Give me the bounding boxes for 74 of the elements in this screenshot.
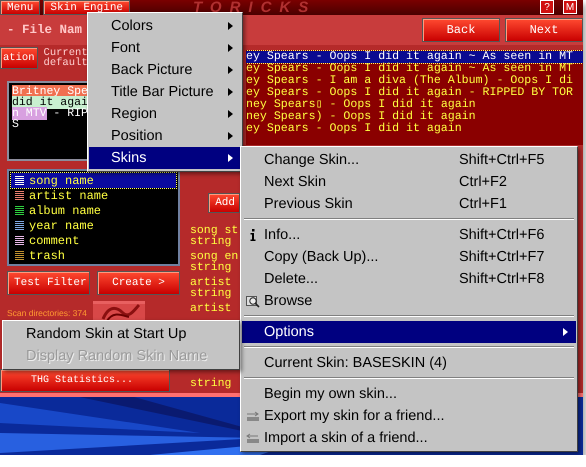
rule-text: string [190,236,232,247]
menu-item[interactable]: Begin my own skin... [242,383,576,405]
menu-item[interactable]: Info... Shift+Ctrl+F6 [242,224,576,246]
menu-item[interactable]: Skins [89,147,241,169]
submenu-arrow-icon [228,132,233,140]
filter-item[interactable]: year name [11,218,176,233]
magnifier-icon [246,294,260,308]
list-lines-icon [15,236,24,246]
menu-bar-button[interactable]: Skin Engine [43,0,130,15]
list-lines-icon [15,220,24,230]
submenu-arrow-icon [228,154,233,162]
menu-item[interactable]: Font [89,37,241,59]
page-title: - File Nam [7,23,82,37]
submenu-arrow-icon [228,88,233,96]
corner-button[interactable]: M [563,0,577,14]
nav-button[interactable]: Back [422,18,500,42]
menu-item[interactable]: Region [89,103,241,125]
list-lines-icon [15,250,24,260]
menu-item[interactable]: Title Bar Picture [89,81,241,103]
list-lines-icon [15,176,24,186]
menu-item[interactable]: Browse [242,290,576,312]
rule-text: artist [190,303,232,314]
menu-item[interactable]: Change Skin... Shift+Ctrl+F5 [242,149,576,171]
arrow-left-icon [246,432,260,444]
nav-button[interactable]: Next [505,18,583,42]
menu-item[interactable]: Options [242,321,576,343]
filter-item[interactable]: comment [11,233,176,248]
rule-text: string [190,378,232,389]
submenu-arrow-icon [228,22,233,30]
file-row[interactable]: ney Spears▯ - Oops I did it again [246,99,583,111]
file-row[interactable]: ey Spears - Oops I did it again - RIPPED BY TOR [246,87,583,99]
filter-button[interactable]: Create > [97,271,180,295]
menu-bar-button[interactable]: Menu [0,0,40,15]
list-lines-icon [15,206,24,216]
menu-item[interactable]: Import a skin of a friend... [242,427,576,449]
filter-item[interactable]: trash [11,248,176,263]
submenu-arrow-icon [228,110,233,118]
file-row[interactable]: ey Spears - Oops I did it again ~ As seen in MT [246,51,583,63]
list-lines-icon [15,190,24,200]
file-row[interactable]: ney Spears) - Oops I did it again [246,111,583,123]
info-button[interactable]: ation [0,47,38,69]
menu-item[interactable]: Export my skin for a friend... [242,405,576,427]
info-text: Current default [44,48,88,68]
corner-button[interactable]: ? [540,0,554,14]
rule-text: song st [190,225,240,236]
menu-item[interactable]: Position [89,125,241,147]
statistics-button[interactable]: THG Statistics... [0,369,170,392]
file-row[interactable]: ey Spears - Oops I did it again [246,123,583,135]
info-icon [250,229,256,241]
menu-item[interactable]: Back Picture [89,59,241,81]
menu-item[interactable]: Previous Skin Ctrl+F1 [242,193,576,215]
menu-item[interactable]: Current Skin: BASESKIN (4) [242,352,576,374]
filter-item[interactable]: song name [11,173,176,188]
submenu-arrow-icon [228,66,233,74]
menu-item[interactable]: Delete... Shift+Ctrl+F8 [242,268,576,290]
rule-text: artist [190,277,232,288]
rule-text: song en [190,251,240,262]
menu-item[interactable]: Colors [89,15,241,37]
file-row[interactable]: ey Spears - I am a diva (The Album) - Oops I di [246,75,583,87]
filter-button[interactable]: Test Filter [7,271,90,295]
submenu-arrow-icon [228,44,233,52]
rule-text: string [190,262,232,273]
menu-item[interactable]: Copy (Back Up)... Shift+Ctrl+F7 [242,246,576,268]
logo: TORICKS [193,0,316,15]
scan-text: Scan directories: 374 [7,308,87,318]
filter-item[interactable]: artist name [11,188,176,203]
menu-item[interactable]: Next Skin Ctrl+F2 [242,171,576,193]
arrow-right-icon [246,410,260,422]
rule-text: string [190,288,232,299]
menu-item[interactable]: Random Skin at Start Up [4,323,238,345]
submenu-arrow-icon [563,328,568,336]
filter-item[interactable]: album name [11,203,176,218]
add-button[interactable]: Add [208,193,240,213]
preview-line: S [12,119,20,130]
